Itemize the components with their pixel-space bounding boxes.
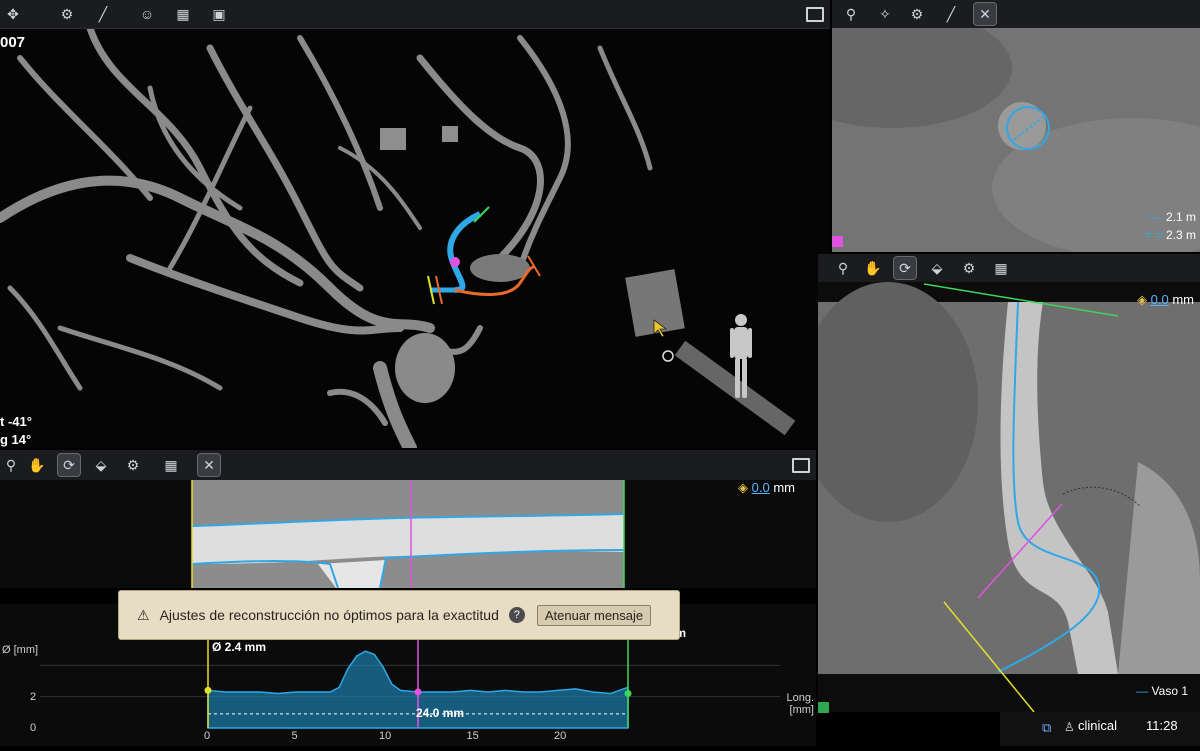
legend-dashed-2: = = 2.3 m — [1145, 228, 1196, 242]
vessel-legend: — Vaso 1 — [1136, 684, 1188, 698]
length-label: 24.0 mm — [416, 705, 465, 720]
viewport-3d[interactable]: 007 t -41° g 14° — [0, 28, 830, 448]
diameter-annotation: Ø 2.4 mm — [212, 640, 267, 654]
zoom-icon[interactable]: ⚲ — [0, 454, 22, 476]
settings-icon[interactable]: ⚙ — [122, 454, 144, 476]
toolbar-cross-section: ⚲ ✧ ⚙ ╱ ✕ — [832, 0, 1200, 29]
curve-tool-icon[interactable]: ✕ — [197, 453, 221, 477]
measure-icon[interactable]: ╱ — [92, 3, 114, 25]
move-icon[interactable]: ✥ — [2, 3, 24, 25]
warning-message: Ajustes de reconstrucción no óptimos par… — [159, 607, 499, 623]
settings-icon[interactable]: ⚙ — [56, 3, 78, 25]
longitudinal-image — [818, 282, 1200, 712]
color-map-icon[interactable]: ▦ — [172, 3, 194, 25]
pan-hand-icon[interactable]: ✋ — [862, 257, 884, 279]
user-name[interactable]: clinical — [1078, 718, 1117, 733]
offset-readout[interactable]: ◈ 0.0 mm — [1137, 292, 1194, 308]
status-bar: ⧉ ♙ clinical 11:28 — [1000, 712, 1200, 746]
legend-dashed-1: ---- 2.1 m — [1146, 210, 1196, 224]
toolbar-stretched: ⚲ ✋ ⟳ ⬙ ⚙ ▦ ✕ — [0, 450, 816, 481]
measure-icon[interactable]: ╱ — [940, 3, 962, 25]
x-tick-label: 20 — [554, 730, 567, 742]
x-tick-label: 5 — [291, 730, 298, 742]
maximize-button[interactable] — [806, 7, 824, 22]
network-icon[interactable]: ⧉ — [1042, 720, 1051, 736]
warning-banner: ⚠ Ajustes de reconstrucción no óptimos p… — [118, 590, 680, 640]
offset-readout[interactable]: ◈ 0.0 mm — [738, 480, 795, 496]
toolbar-longitudinal: ⚲ ✋ ⟳ ⬙ ⚙ ▦ — [818, 254, 1200, 283]
x-axis-label: Long. [mm] — [786, 692, 814, 716]
rotation-label: t -41° — [0, 414, 32, 429]
rotate-icon[interactable]: ⟳ — [893, 256, 917, 280]
longitudinal-view[interactable]: ◈ 0.0 mm — Vaso 1 — [818, 282, 1200, 712]
position-marker-dot — [204, 686, 212, 694]
zoom-icon[interactable]: ⚲ — [840, 3, 862, 25]
warning-icon: ⚠ — [137, 606, 150, 623]
face-icon[interactable]: ☺ — [136, 3, 158, 25]
cross-section-view[interactable]: ---- 2.1 m = = 2.3 m — [832, 28, 1200, 252]
settings-icon[interactable]: ⚙ — [906, 3, 928, 25]
cross-section-image — [832, 28, 1200, 252]
angle-label: g 14° — [0, 432, 32, 447]
clock-time: 11:28 — [1146, 718, 1178, 733]
stretched-vessel-image — [191, 480, 625, 588]
y-tick-label: 0 — [30, 722, 37, 734]
view-color-marker — [832, 236, 843, 247]
position-marker-dot — [414, 688, 422, 696]
rotate-icon[interactable]: ⟳ — [57, 453, 81, 477]
cube-icon[interactable]: ▣ — [208, 3, 230, 25]
position-marker-dot — [624, 690, 632, 698]
pan-hand-icon[interactable]: ✋ — [26, 454, 48, 476]
color-map-icon[interactable]: ▦ — [160, 454, 182, 476]
help-button[interactable]: ? — [508, 607, 525, 623]
maximize-button[interactable] — [792, 458, 810, 473]
toolbar-3d: ✥ ⚙ ╱ ☺ ▦ ▣ — [0, 0, 830, 29]
probe-icon[interactable]: ✧ — [874, 3, 896, 25]
stretched-view[interactable]: ◈ 0.0 mm ⌄ — [0, 480, 816, 588]
vessel-render-3d — [0, 28, 796, 448]
x-tick-label: 0 — [204, 730, 211, 742]
user-icon: ♙ — [1064, 720, 1075, 734]
x-tick-label: 15 — [466, 730, 479, 742]
y-axis-label: Ø [mm] — [2, 644, 39, 656]
view-color-marker — [818, 702, 829, 713]
slice-icon[interactable]: ⬙ — [90, 454, 112, 476]
dismiss-message-button[interactable]: Atenuar mensaje — [536, 604, 652, 626]
zoom-icon[interactable]: ⚲ — [832, 257, 854, 279]
x-tick-label: 10 — [379, 730, 392, 742]
curve-tool-icon[interactable]: ✕ — [973, 2, 997, 26]
slice-icon[interactable]: ⬙ — [926, 257, 948, 279]
color-map-icon[interactable]: ▦ — [990, 257, 1012, 279]
settings-icon[interactable]: ⚙ — [958, 257, 980, 279]
y-tick-label: 2 — [30, 690, 37, 703]
view-corner-label: 007 — [0, 34, 26, 51]
